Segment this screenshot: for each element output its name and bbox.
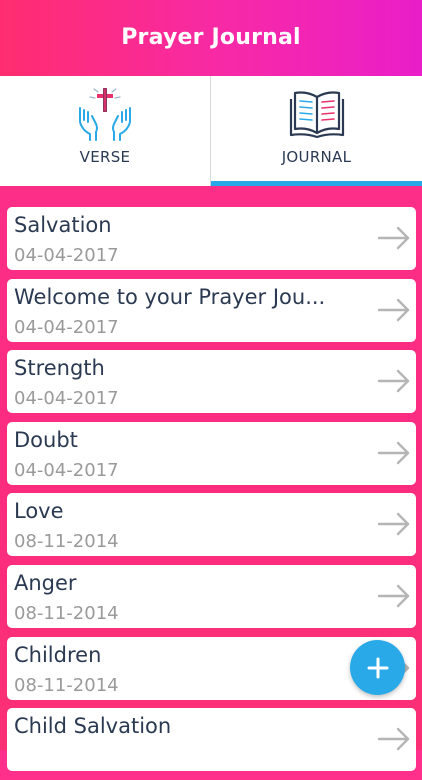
entry-title: Salvation: [14, 213, 112, 237]
list-item[interactable]: Strength 04-04-2017: [7, 350, 416, 414]
praying-hands-cross-icon: [74, 86, 136, 142]
arrow-right-icon: [377, 584, 410, 608]
list-item[interactable]: Anger 08-11-2014: [7, 564, 416, 628]
arrow-right-icon: [377, 441, 410, 464]
entry-title: Doubt: [14, 427, 78, 452]
arrow-right-icon: [377, 513, 410, 536]
plus-icon: [367, 657, 388, 678]
entry-title: Strength: [14, 356, 105, 381]
entry-date: 08-11-2014: [14, 674, 119, 696]
arrow-right-icon: [377, 727, 410, 751]
list-item[interactable]: Doubt 04-04-2017: [7, 421, 416, 485]
arrow-right-icon: [377, 226, 410, 250]
open-book-icon: [287, 86, 347, 142]
entry-date: 04-04-2017: [14, 459, 119, 481]
list-item[interactable]: Welcome to your Prayer Jou... 04-04-2017: [7, 278, 416, 342]
page-title: Prayer Journal: [121, 24, 301, 50]
tab-verse-label: VERSE: [79, 148, 131, 166]
entry-date: 04-04-2017: [14, 388, 119, 410]
list-item[interactable]: Child Salvation: [7, 708, 416, 772]
list-item[interactable]: Love 08-11-2014: [7, 493, 416, 557]
entry-date: 08-11-2014: [14, 602, 119, 624]
arrow-right-icon: [377, 298, 410, 321]
entry-date: 08-11-2014: [14, 531, 119, 553]
entry-title: Children: [14, 642, 102, 667]
list-item[interactable]: Salvation 04-04-2017: [7, 207, 416, 270]
tab-verse[interactable]: VERSE: [0, 76, 211, 186]
entry-title: Anger: [14, 570, 77, 595]
tab-journal-label: JOURNAL: [281, 148, 352, 166]
entry-title: Child Salvation: [14, 714, 172, 739]
entry-date: 04-04-2017: [14, 316, 119, 338]
app-header: Prayer Journal: [0, 0, 422, 76]
add-entry-button[interactable]: [350, 640, 405, 695]
arrow-right-icon: [377, 369, 410, 393]
tab-journal[interactable]: JOURNAL: [211, 76, 422, 186]
active-tab-indicator: [211, 181, 422, 186]
entry-title: Welcome to your Prayer Jou...: [14, 284, 326, 309]
journal-list: Salvation 04-04-2017 Welcome to your Pra…: [7, 207, 416, 780]
entry-date: 04-04-2017: [14, 245, 119, 266]
entry-title: Love: [14, 499, 64, 524]
tab-bar: VERSE JOURNAL: [0, 76, 422, 186]
